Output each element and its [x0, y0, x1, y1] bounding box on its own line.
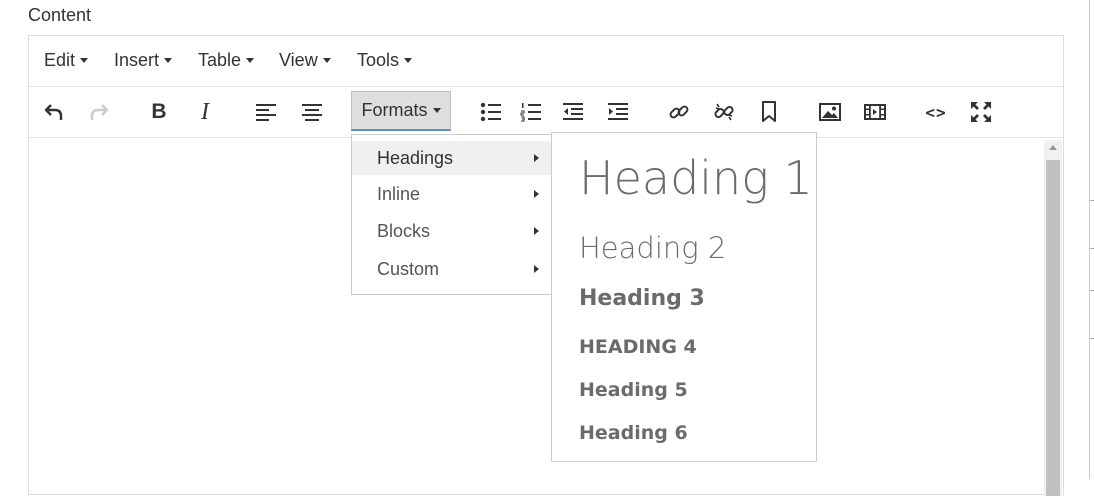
- scroll-up-arrow-icon[interactable]: [1049, 145, 1057, 150]
- menu-view-label: View: [279, 50, 318, 70]
- media-icon: [864, 104, 886, 120]
- formats-item-label: Custom: [377, 258, 440, 279]
- menu-insert[interactable]: Insert: [114, 50, 173, 71]
- source-code-button[interactable]: <>: [922, 99, 950, 125]
- menu-edit[interactable]: Edit: [44, 50, 89, 71]
- caret-down-icon: [432, 108, 441, 113]
- menu-table[interactable]: Table: [198, 50, 255, 71]
- bullet-list-button[interactable]: [477, 99, 505, 125]
- formats-item-blocks[interactable]: Blocks: [352, 214, 551, 248]
- menu-tools-label: Tools: [357, 50, 400, 70]
- edge-tick: [1090, 290, 1094, 291]
- numbered-list-button[interactable]: [517, 99, 545, 125]
- heading-5-option[interactable]: Heading 5: [579, 379, 688, 401]
- edge-tick: [1090, 200, 1094, 201]
- bold-button[interactable]: B: [145, 99, 173, 125]
- formats-item-label: Headings: [377, 147, 454, 168]
- menu-table-label: Table: [198, 50, 242, 70]
- align-left-icon: [256, 104, 276, 121]
- window-edge: [1089, 0, 1090, 479]
- heading-3-option[interactable]: Heading 3: [579, 286, 705, 311]
- image-button[interactable]: [816, 99, 844, 125]
- bookmark-button[interactable]: [755, 99, 783, 125]
- menu-view[interactable]: View: [279, 50, 331, 71]
- italic-icon: I: [201, 98, 209, 125]
- unlink-icon: [714, 103, 734, 121]
- formats-item-label: Blocks: [377, 220, 431, 241]
- formats-label: Formats: [361, 100, 428, 120]
- media-button[interactable]: [861, 99, 889, 125]
- formats-item-label: Inline: [377, 183, 421, 204]
- link-icon: [669, 105, 689, 119]
- caret-down-icon: [246, 58, 255, 63]
- edge-tick: [1090, 338, 1094, 339]
- chevron-right-icon: [534, 227, 539, 235]
- redo-icon: [90, 104, 109, 120]
- redo-button[interactable]: [85, 99, 113, 125]
- heading-4-option[interactable]: HEADING 4: [579, 336, 697, 358]
- chevron-right-icon: [534, 190, 539, 198]
- italic-button[interactable]: I: [191, 99, 219, 125]
- edge-tick: [1090, 248, 1094, 249]
- caret-down-icon: [404, 58, 413, 63]
- caret-down-icon: [322, 58, 331, 63]
- fullscreen-button[interactable]: [967, 99, 995, 125]
- formats-item-inline[interactable]: Inline: [352, 177, 551, 211]
- formats-dropdown: Headings Inline Blocks Custom: [351, 134, 552, 295]
- chevron-right-icon: [534, 154, 539, 162]
- align-center-icon: [302, 104, 322, 121]
- scrollbar[interactable]: [1044, 140, 1062, 496]
- unlink-button[interactable]: [710, 99, 738, 125]
- caret-down-icon: [164, 58, 173, 63]
- bookmark-icon: [762, 101, 776, 122]
- headings-submenu: Heading 1 Heading 2 Heading 3 HEADING 4 …: [551, 132, 817, 462]
- bold-icon: B: [151, 100, 167, 123]
- align-center-button[interactable]: [298, 99, 326, 125]
- outdent-icon: [563, 103, 583, 120]
- menubar: Edit Insert Table View Tools: [29, 36, 1063, 87]
- menu-insert-label: Insert: [114, 50, 160, 70]
- toolbar: B I Formats <>: [29, 87, 1063, 138]
- formats-item-headings[interactable]: Headings: [352, 141, 551, 175]
- align-left-button[interactable]: [252, 99, 280, 125]
- numbered-list-icon: [520, 103, 541, 122]
- image-icon: [819, 103, 841, 121]
- heading-6-option[interactable]: Heading 6: [579, 422, 688, 444]
- indent-button[interactable]: [604, 99, 632, 125]
- undo-icon: [44, 104, 63, 120]
- indent-icon: [608, 103, 628, 120]
- menu-tools[interactable]: Tools: [357, 50, 413, 71]
- link-button[interactable]: [665, 99, 693, 125]
- heading-1-option[interactable]: Heading 1: [579, 151, 813, 205]
- undo-button[interactable]: [40, 99, 68, 125]
- bullet-list-icon: [480, 102, 501, 122]
- field-label: Content: [28, 5, 92, 25]
- fullscreen-icon: [971, 102, 991, 122]
- caret-down-icon: [80, 58, 89, 63]
- heading-2-option[interactable]: Heading 2: [579, 231, 726, 265]
- outdent-button[interactable]: [559, 99, 587, 125]
- scroll-thumb[interactable]: [1046, 160, 1060, 496]
- source-code-icon: <>: [925, 102, 947, 122]
- formats-button[interactable]: Formats: [351, 91, 451, 131]
- menu-edit-label: Edit: [44, 50, 76, 70]
- formats-item-custom[interactable]: Custom: [352, 252, 551, 286]
- chevron-right-icon: [534, 265, 539, 273]
